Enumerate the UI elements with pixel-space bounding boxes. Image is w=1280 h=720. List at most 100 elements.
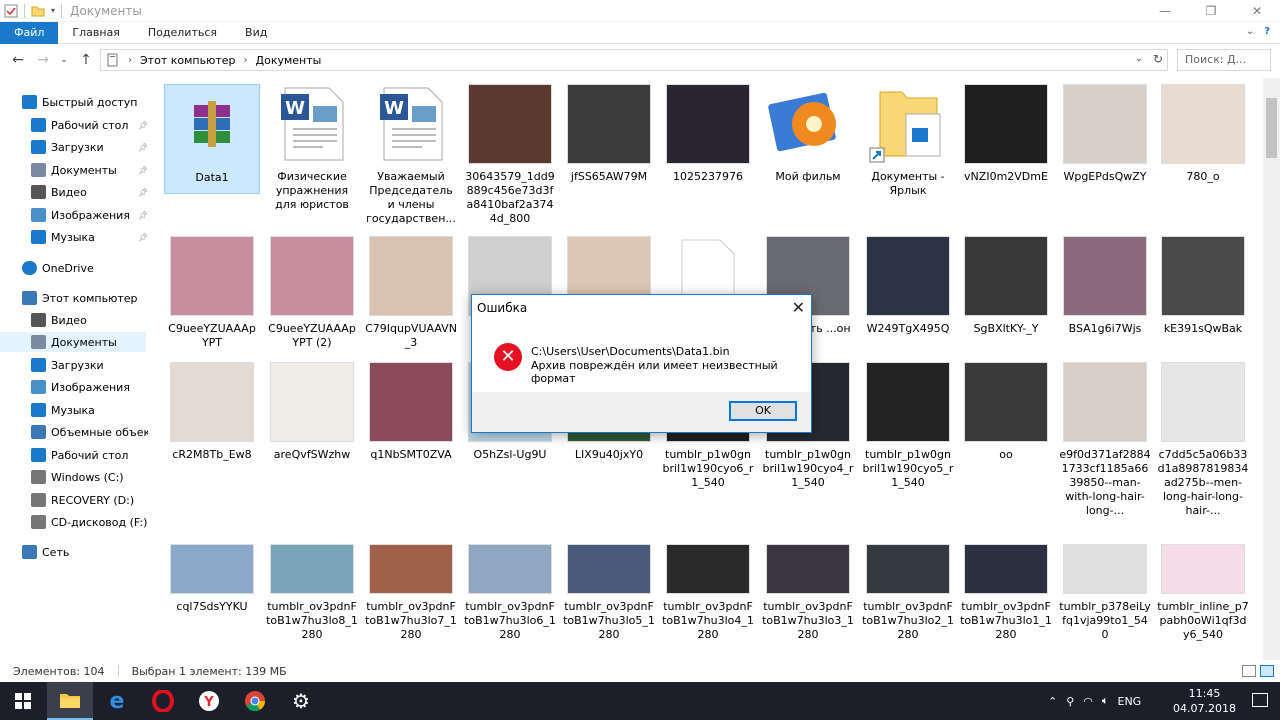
- file-item[interactable]: W Физические упражнения для юристов: [264, 84, 360, 212]
- file-item[interactable]: jfSS65AW79M: [561, 84, 657, 184]
- file-item[interactable]: tumblr_ov3pdnFtoB1w7hu3lo5_1280: [561, 514, 657, 642]
- file-item[interactable]: areQvfSWzhw: [264, 362, 360, 462]
- sidebar-item[interactable]: Документы 📌︎: [31, 160, 148, 180]
- tab-view[interactable]: Вид: [231, 22, 281, 44]
- file-item[interactable]: WpgEPdsQwZY: [1057, 84, 1153, 184]
- pin-icon[interactable]: 📌︎: [138, 143, 148, 152]
- expand-ribbon-icon[interactable]: ⌄: [1246, 26, 1254, 37]
- address-dropdown-icon[interactable]: ⌄: [1135, 53, 1143, 64]
- help-icon[interactable]: ?: [1264, 26, 1270, 37]
- file-item[interactable]: oo: [958, 362, 1054, 462]
- sidebar-item[interactable]: Рабочий стол: [31, 445, 128, 465]
- taskbar-file-explorer[interactable]: [47, 682, 93, 720]
- tab-home[interactable]: Главная: [58, 22, 134, 44]
- sidebar-item[interactable]: Быстрый доступ: [22, 92, 138, 112]
- taskbar-opera[interactable]: [140, 682, 186, 720]
- up-arrow-icon[interactable]: ↑: [77, 50, 95, 70]
- sidebar-item[interactable]: Windows (C:): [31, 467, 124, 487]
- file-item[interactable]: cR2M8Tb_Ew8: [164, 362, 260, 462]
- wifi-icon[interactable]: ◠: [1083, 695, 1093, 708]
- file-item[interactable]: tumblr_ov3pdnFtoB1w7hu3lo4_1280: [660, 514, 756, 642]
- pin-icon[interactable]: 📌︎: [138, 166, 148, 175]
- sidebar-item[interactable]: Видео 📌︎: [31, 182, 148, 202]
- file-item[interactable]: 780_o: [1155, 84, 1251, 184]
- maximize-button[interactable]: ❐: [1188, 0, 1234, 22]
- clock[interactable]: 11:45 04.07.2018: [1173, 686, 1236, 716]
- file-item[interactable]: BSA1g6i7Wjs: [1057, 236, 1153, 336]
- vertical-scrollbar[interactable]: [1263, 78, 1280, 660]
- scrollbar-thumb[interactable]: [1266, 98, 1277, 158]
- address-bar[interactable]: › Этот компьютер › Документы ⌄ ↻: [100, 49, 1168, 71]
- sidebar-item[interactable]: Музыка: [31, 400, 95, 420]
- file-item[interactable]: c7dd5c5a06b33d1a8987819834ad275b--men-lo…: [1155, 362, 1251, 518]
- file-item[interactable]: C79IqupVUAAVN_3: [363, 236, 459, 350]
- pin-icon[interactable]: 📌︎: [138, 121, 148, 130]
- file-item[interactable]: W249TgX495Q: [860, 236, 956, 336]
- file-item[interactable]: tumblr_ov3pdnFtoB1w7hu3lo7_1280: [363, 514, 459, 642]
- file-item[interactable]: cql7SdsYYKU: [164, 514, 260, 614]
- file-item[interactable]: tumblr_ov3pdnFtoB1w7hu3lo1_1280: [958, 514, 1054, 642]
- action-center-icon[interactable]: [1252, 693, 1268, 707]
- customize-toolbar-icon[interactable]: ▾: [51, 6, 55, 15]
- close-window-button[interactable]: ✕: [1234, 0, 1280, 22]
- file-item[interactable]: tumblr_ov3pdnFtoB1w7hu3lo8_1280: [264, 514, 360, 642]
- file-item[interactable]: tumblr_ov3pdnFtoB1w7hu3lo3_1280: [760, 514, 856, 642]
- recent-locations-icon[interactable]: ⌄: [55, 50, 73, 70]
- file-item[interactable]: C9ueeYZUAAApYPT: [164, 236, 260, 350]
- show-hidden-icons-icon[interactable]: ⌃: [1048, 695, 1057, 708]
- large-icons-view-icon[interactable]: [1260, 665, 1274, 677]
- file-item[interactable]: q1NbSMT0ZVA: [363, 362, 459, 462]
- file-item[interactable]: tumblr_ov3pdnFtoB1w7hu3lo6_1280: [462, 514, 558, 642]
- taskbar-edge[interactable]: e: [94, 682, 140, 720]
- sidebar-item[interactable]: Сеть: [22, 542, 69, 562]
- file-item[interactable]: C9ueeYZUAAApYPT (2): [264, 236, 360, 350]
- sidebar-item[interactable]: Загрузки: [31, 355, 104, 375]
- taskbar-yandex[interactable]: Y: [186, 682, 232, 720]
- file-item[interactable]: e9f0d371af28841733cf1185a6639850--man-wi…: [1057, 362, 1153, 518]
- taskbar-chrome[interactable]: [232, 682, 278, 720]
- tab-share[interactable]: Поделиться: [134, 22, 231, 44]
- search-input[interactable]: Поиск: Д...: [1177, 49, 1271, 71]
- sidebar-item[interactable]: Изображения 📌︎: [31, 205, 148, 225]
- taskbar-settings[interactable]: ⚙: [278, 682, 324, 720]
- language-indicator[interactable]: ENG: [1118, 695, 1142, 708]
- network-icon[interactable]: ⚲: [1066, 695, 1074, 708]
- file-item[interactable]: 30643579_1dd9889c456e73d3fa8410baf2a3744…: [462, 84, 558, 226]
- pin-icon[interactable]: 📌︎: [138, 188, 148, 197]
- file-item[interactable]: tumblr_p378eiLyfq1vja99to1_540: [1057, 514, 1153, 642]
- file-item[interactable]: vNZI0m2VDmE: [958, 84, 1054, 184]
- breadcrumb-this-pc[interactable]: Этот компьютер: [140, 54, 236, 67]
- properties-icon[interactable]: [4, 4, 18, 18]
- sidebar-item[interactable]: CD-дисковод (F:): [31, 512, 147, 532]
- file-item[interactable]: Data1: [164, 84, 260, 194]
- minimize-button[interactable]: —: [1142, 0, 1188, 22]
- forward-arrow-icon[interactable]: →: [34, 50, 52, 70]
- sidebar-item[interactable]: Рабочий стол 📌︎: [31, 115, 148, 135]
- breadcrumb-documents[interactable]: Документы: [256, 54, 322, 67]
- start-button[interactable]: [0, 682, 46, 720]
- file-item[interactable]: tumblr_ov3pdnFtoB1w7hu3lo2_1280: [860, 514, 956, 642]
- details-view-icon[interactable]: [1242, 665, 1256, 677]
- file-item[interactable]: tumblr_p1w0gnbril1w190cyo5_r1_540: [860, 362, 956, 490]
- sidebar-item[interactable]: Загрузки 📌︎: [31, 137, 148, 157]
- ok-button[interactable]: OK: [729, 401, 797, 421]
- tab-file[interactable]: Файл: [0, 21, 59, 44]
- sidebar-item[interactable]: OneDrive: [22, 258, 94, 278]
- file-item[interactable]: Документы - Ярлык: [860, 84, 956, 198]
- sidebar-item[interactable]: Видео: [31, 310, 87, 330]
- sidebar-item[interactable]: Музыка 📌︎: [31, 227, 148, 247]
- sidebar-item[interactable]: Изображения: [31, 377, 130, 397]
- file-item[interactable]: Мой фильм: [760, 84, 856, 184]
- sidebar-item[interactable]: Объемные объекты: [31, 422, 148, 442]
- new-folder-icon[interactable]: [31, 4, 45, 18]
- file-item[interactable]: 1025237976: [660, 84, 756, 184]
- sidebar-item[interactable]: Документы: [0, 332, 146, 352]
- pin-icon[interactable]: 📌︎: [138, 233, 148, 242]
- file-item[interactable]: W Уважаемый Председатель и члены государс…: [363, 84, 459, 226]
- file-item[interactable]: tumblr_inline_p7pabh0oWi1qf3dy6_540: [1155, 514, 1251, 642]
- file-item[interactable]: kE391sQwBak: [1155, 236, 1251, 336]
- volume-icon[interactable]: 🔈︎: [1102, 694, 1109, 708]
- pin-icon[interactable]: 📌︎: [138, 211, 148, 220]
- refresh-icon[interactable]: ↻: [1153, 52, 1163, 66]
- file-item[interactable]: SgBXltKY-_Y: [958, 236, 1054, 336]
